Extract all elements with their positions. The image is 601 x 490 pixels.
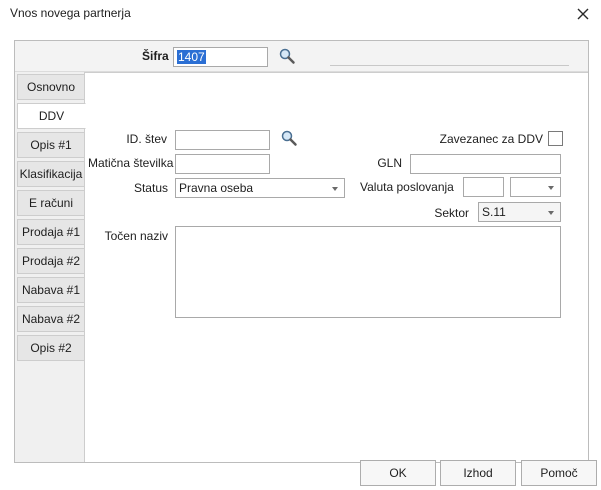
tab-e-racuni[interactable]: E računi bbox=[17, 190, 85, 216]
tab-label: Nabava #2 bbox=[21, 312, 81, 326]
gln-input[interactable] bbox=[410, 154, 561, 174]
tab-osnovno[interactable]: Osnovno bbox=[17, 74, 85, 100]
status-select[interactable]: Pravna oseba bbox=[175, 178, 345, 198]
search-icon[interactable] bbox=[278, 47, 296, 65]
chevron-down-icon bbox=[548, 186, 554, 190]
tab-label: Opis #2 bbox=[30, 341, 72, 355]
sektor-select[interactable]: S.11 bbox=[478, 202, 561, 222]
chevron-down-icon bbox=[548, 211, 554, 215]
sifra-label: Šifra bbox=[142, 49, 169, 63]
tab-label: Prodaja #2 bbox=[21, 254, 81, 268]
tab-label: Klasifikacija bbox=[19, 167, 83, 181]
status-label: Status bbox=[133, 181, 168, 195]
close-icon[interactable] bbox=[574, 5, 592, 23]
tab-klasifikacija[interactable]: Klasifikacija bbox=[17, 161, 85, 187]
valuta-input[interactable] bbox=[463, 177, 504, 197]
header-strip bbox=[15, 41, 588, 72]
chevron-down-icon bbox=[332, 187, 338, 191]
tab-opis-2[interactable]: Opis #2 bbox=[17, 335, 85, 361]
tocen-naziv-textarea[interactable] bbox=[175, 226, 561, 318]
maticna-input[interactable] bbox=[175, 154, 270, 174]
tab-label: Opis #1 bbox=[30, 138, 72, 152]
id-stev-label: ID. štev bbox=[126, 132, 167, 146]
valuta-select[interactable] bbox=[510, 177, 561, 197]
tab-prodaja-2[interactable]: Prodaja #2 bbox=[17, 248, 85, 274]
id-stev-input[interactable] bbox=[175, 130, 270, 150]
tab-label: Nabava #1 bbox=[21, 283, 81, 297]
tab-label: Osnovno bbox=[26, 80, 76, 94]
valuta-label: Valuta poslovanja bbox=[360, 180, 454, 194]
sektor-value: S.11 bbox=[482, 205, 506, 219]
tab-nabava-2[interactable]: Nabava #2 bbox=[17, 306, 85, 332]
sektor-label: Sektor bbox=[434, 206, 469, 220]
tab-ddv[interactable]: DDV bbox=[17, 103, 86, 129]
zavezanec-label: Zavezanec za DDV bbox=[439, 132, 543, 146]
zavezanec-checkbox[interactable] bbox=[548, 131, 563, 146]
maticna-label: Matična številka bbox=[88, 156, 174, 170]
search-icon[interactable] bbox=[280, 129, 298, 147]
tab-nabava-1[interactable]: Nabava #1 bbox=[17, 277, 85, 303]
sifra-input[interactable]: 1407 bbox=[173, 47, 268, 67]
tab-label: DDV bbox=[38, 109, 65, 123]
sifra-value: 1407 bbox=[177, 50, 206, 64]
izhod-button[interactable]: Izhod bbox=[440, 460, 516, 486]
header-divider bbox=[330, 65, 569, 66]
gln-label: GLN bbox=[377, 156, 402, 170]
pomoc-button[interactable]: Pomoč bbox=[521, 460, 597, 486]
window-title: Vnos novega partnerja bbox=[10, 6, 131, 20]
tab-opis-1[interactable]: Opis #1 bbox=[17, 132, 85, 158]
tocen-naziv-label: Točen naziv bbox=[104, 229, 168, 243]
status-value: Pravna oseba bbox=[179, 181, 254, 195]
tab-label: E računi bbox=[28, 196, 74, 210]
ok-button[interactable]: OK bbox=[360, 460, 436, 486]
tab-prodaja-1[interactable]: Prodaja #1 bbox=[17, 219, 85, 245]
tab-label: Prodaja #1 bbox=[21, 225, 81, 239]
